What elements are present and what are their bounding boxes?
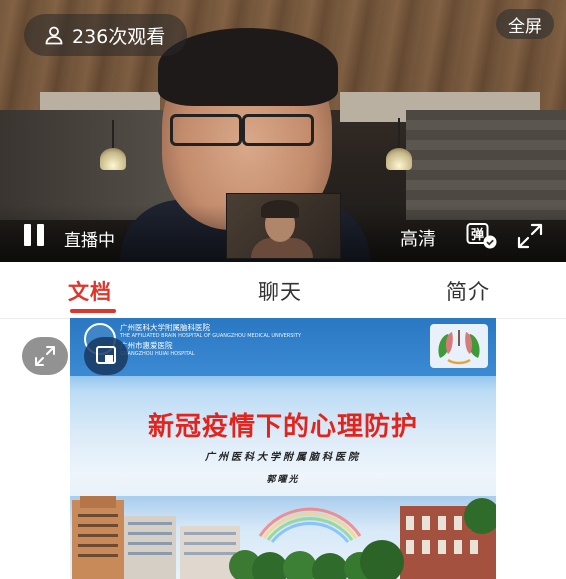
- org-name-cn2: 广州市惠爱医院: [120, 341, 173, 350]
- viewer-count-badge: 236次观看: [24, 14, 188, 56]
- pause-button[interactable]: [24, 224, 48, 248]
- tab-chat[interactable]: 聊天: [258, 276, 302, 306]
- video-background-wall: [0, 110, 180, 220]
- presenter-glasses: [242, 114, 314, 146]
- switch-view-button[interactable]: [84, 337, 128, 375]
- org-name-en2: GUANGZHOU HUIAI HOSPITAL: [120, 351, 195, 357]
- slide-author: 郭曜光: [266, 475, 300, 485]
- video-background-wall: [406, 110, 566, 220]
- active-tab-indicator: [70, 309, 116, 313]
- expand-icon[interactable]: [516, 222, 544, 250]
- picture-in-picture-icon: [96, 346, 116, 364]
- slide-organization: 广州医科大学附属脑科医院 THE AFFILIATED BRAIN HOSPIT…: [120, 323, 301, 359]
- slide-subtitle: 广州医科大学附属脑科医院: [205, 452, 361, 463]
- pendant-lamp: [386, 148, 412, 170]
- svg-text:弹: 弹: [471, 227, 484, 243]
- document-fullscreen-button[interactable]: [22, 337, 68, 375]
- lung-emblem-icon: [430, 324, 488, 368]
- hospital-photo: [70, 496, 496, 579]
- viewer-count-text: 236次观看: [72, 25, 166, 48]
- user-icon: [45, 26, 63, 45]
- picture-in-picture-video[interactable]: [226, 193, 341, 259]
- quality-selector[interactable]: 高清: [400, 225, 436, 251]
- fullscreen-button[interactable]: 全屏: [496, 9, 554, 39]
- presenter-glasses: [170, 114, 242, 146]
- org-name-en: THE AFFILIATED BRAIN HOSPITAL OF GUANGZH…: [120, 333, 302, 339]
- diagonal-expand-icon: [35, 346, 55, 366]
- pendant-lamp: [100, 148, 126, 170]
- document-slide[interactable]: 广州医科大学附属脑科医院 THE AFFILIATED BRAIN HOSPIT…: [70, 318, 496, 579]
- tab-documents[interactable]: 文档: [68, 276, 112, 306]
- tab-introduction[interactable]: 简介: [446, 276, 490, 306]
- org-name-cn: 广州医科大学附属脑科医院: [120, 323, 210, 332]
- slide-title: 新冠疫情下的心理防护: [147, 412, 418, 442]
- tab-bar: 文档 聊天 简介: [0, 262, 566, 319]
- pause-icon: [24, 224, 31, 246]
- live-status-text: 直播中: [64, 231, 115, 251]
- live-video-player[interactable]: 236次观看 全屏 直播中 高清 弹: [0, 0, 566, 262]
- danmaku-icon[interactable]: 弹: [466, 222, 498, 250]
